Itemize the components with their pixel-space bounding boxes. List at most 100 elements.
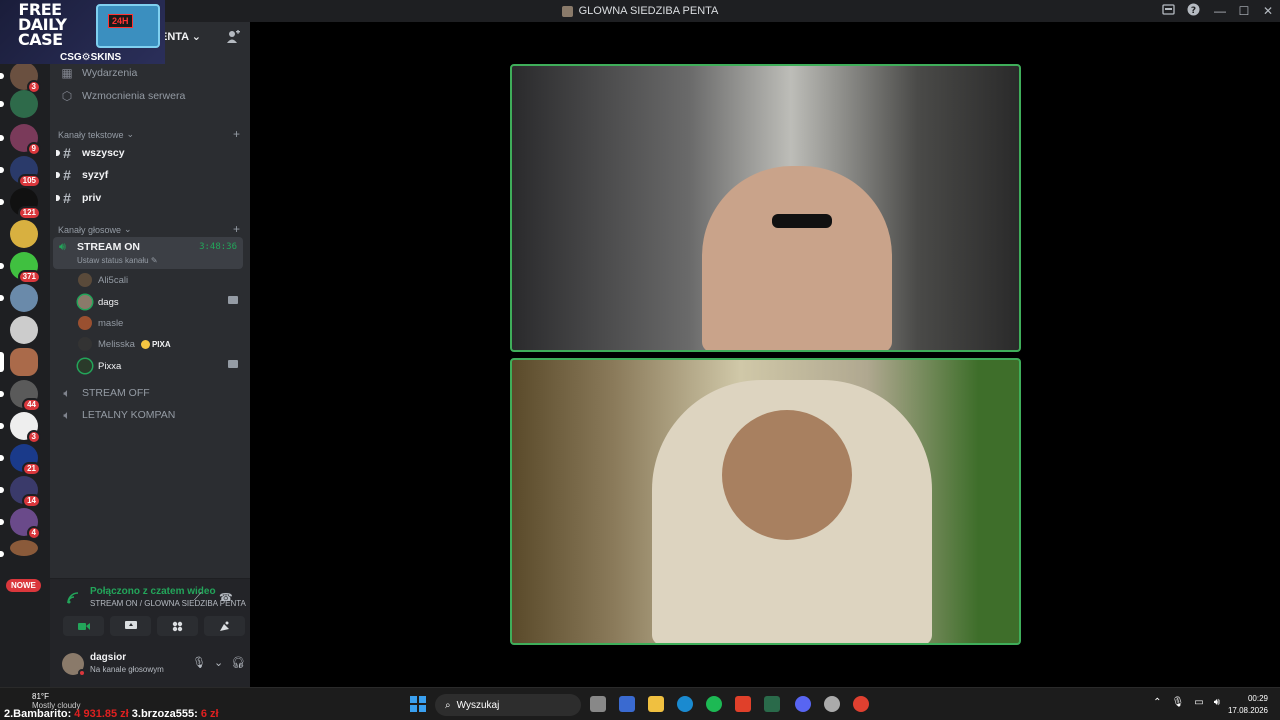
- discord-icon[interactable]: [795, 696, 811, 712]
- voice-user[interactable]: Ali5cali: [78, 271, 242, 289]
- sidebar-item-boosts[interactable]: ⬡ Wzmocnienia serwera: [58, 86, 244, 106]
- add-text-channel-button[interactable]: +: [233, 127, 240, 141]
- server-item[interactable]: 14: [0, 476, 41, 508]
- voice-user-name: Ali5cali: [98, 274, 129, 286]
- voice-channel-stream-off[interactable]: 🔈︎ STREAM OFF: [58, 383, 244, 403]
- avatar[interactable]: [62, 653, 86, 677]
- unread-badge: 371: [17, 270, 41, 284]
- voice-channel-stream-on[interactable]: 🔊︎ STREAM ON 3:48:36 Ustaw status kanału…: [53, 237, 243, 269]
- headphones-icon[interactable]: 🎧︎: [231, 656, 245, 669]
- minimize-button[interactable]: —: [1208, 4, 1232, 18]
- clock[interactable]: 00:29 17.08.2026: [1228, 693, 1268, 717]
- new-servers-pill[interactable]: NOWE: [6, 579, 41, 592]
- noise-suppression-icon[interactable]: ⟋: [194, 591, 202, 604]
- server-item[interactable]: 105: [0, 156, 41, 188]
- ad-banner[interactable]: FREE DAILY CASE 24H CSG⚙SKINS: [0, 0, 165, 64]
- microphone-icon[interactable]: 🎙︎: [1172, 697, 1185, 708]
- voice-user-name: Pixxa: [98, 360, 122, 372]
- voice-user[interactable]: Melisska PIXA: [78, 335, 242, 353]
- help-icon[interactable]: ?: [1187, 3, 1200, 16]
- server-item[interactable]: [10, 220, 38, 248]
- server-icon: [561, 5, 573, 17]
- inbox-icon[interactable]: [1162, 3, 1175, 16]
- task-view-icon[interactable]: [590, 696, 606, 712]
- status-indicator: [78, 669, 86, 677]
- server-item[interactable]: 9: [0, 124, 41, 156]
- text-category[interactable]: Kanały tekstowe ⌄: [58, 129, 134, 140]
- chevron-down-icon[interactable]: ⌄: [214, 656, 223, 669]
- channel-label: LETALNY KOMPAN: [82, 409, 176, 421]
- crate-tag: 24H: [108, 14, 133, 28]
- unread-badge: 105: [17, 174, 41, 188]
- video-tile[interactable]: [510, 64, 1021, 352]
- activities-button[interactable]: [157, 616, 198, 636]
- taskbar-search[interactable]: ⌕ Wyszukaj: [435, 694, 581, 716]
- close-button[interactable]: ✕: [1256, 4, 1280, 18]
- channel-wszyscy[interactable]: # wszyscy: [56, 143, 244, 163]
- channel-priv[interactable]: # priv: [56, 188, 244, 208]
- hash-icon: #: [63, 145, 71, 161]
- channel-syzyf[interactable]: # syzyf: [56, 165, 244, 185]
- voice-user[interactable]: Pixxa: [78, 357, 242, 375]
- server-item[interactable]: [0, 284, 38, 312]
- microphone-icon[interactable]: 🎙︎: [192, 656, 206, 669]
- video-tile[interactable]: [510, 358, 1021, 645]
- hash-icon: #: [63, 167, 71, 183]
- volume-icon[interactable]: 🔊︎: [1214, 697, 1220, 708]
- server-item[interactable]: 21: [0, 444, 41, 476]
- server-rail: 3 9 105 121 371 44 3 21 14 4 NOWE: [0, 22, 50, 687]
- channel-label: syzyf: [82, 169, 109, 181]
- invite-icon[interactable]: [226, 29, 240, 44]
- set-channel-status[interactable]: Ustaw status kanału ✎: [77, 256, 158, 265]
- soundboard-button[interactable]: [204, 616, 245, 636]
- server-item[interactable]: 121: [0, 188, 41, 220]
- server-item[interactable]: 371: [0, 252, 41, 284]
- sidebar-item-events[interactable]: ▦ Wydarzenia: [58, 63, 244, 83]
- start-icon[interactable]: [410, 696, 426, 712]
- server-item[interactable]: 44: [0, 380, 41, 412]
- chrome-icon[interactable]: [853, 696, 869, 712]
- server-item[interactable]: [10, 316, 38, 344]
- crate-image: 24H: [96, 4, 160, 48]
- unread-badge: 21: [22, 462, 41, 476]
- voice-user[interactable]: masle: [78, 314, 242, 332]
- server-item-selected[interactable]: [0, 348, 38, 376]
- server-item[interactable]: [0, 540, 38, 557]
- ad-brand: CSG⚙SKINS: [60, 52, 122, 63]
- disconnect-icon[interactable]: ☎: [219, 591, 233, 604]
- clock-date: 17.08.2026: [1227, 706, 1268, 715]
- server-item[interactable]: 3: [0, 412, 41, 444]
- voice-channel-letalny-kompan[interactable]: 🔈︎ LETALNY KOMPAN: [58, 405, 244, 425]
- xbox-icon[interactable]: [764, 696, 780, 712]
- avatar: [78, 316, 92, 330]
- network-icon[interactable]: ▭: [1194, 697, 1203, 708]
- screen-share-button[interactable]: [110, 616, 151, 636]
- participant-video: [702, 166, 892, 350]
- video-stage: [250, 22, 1280, 687]
- voice-user-name: masle: [98, 317, 124, 329]
- hash-icon: #: [63, 190, 71, 206]
- obs-icon[interactable]: [824, 696, 840, 712]
- server-item[interactable]: [0, 90, 38, 118]
- voice-user[interactable]: dags: [78, 293, 242, 311]
- store-icon[interactable]: [619, 696, 635, 712]
- spotify-icon[interactable]: [706, 696, 722, 712]
- user-panel: dagsior Na kanale głosowym 🎙︎ ⌄ 🎧︎ ⌄ ⚙: [50, 643, 280, 687]
- file-explorer-icon[interactable]: [648, 696, 664, 712]
- server-item[interactable]: 4: [0, 508, 41, 540]
- add-voice-channel-button[interactable]: +: [233, 222, 240, 236]
- edge-icon[interactable]: [677, 696, 693, 712]
- server-item[interactable]: 3: [0, 62, 41, 94]
- signal-icon[interactable]: [66, 591, 80, 608]
- username[interactable]: dagsior: [90, 652, 126, 663]
- maximize-button[interactable]: ☐: [1232, 4, 1256, 18]
- system-tray: ⌃ 🎙︎ ▭ 🔊︎: [1153, 697, 1220, 708]
- voice-category[interactable]: Kanały głosowe ⌄: [58, 224, 132, 235]
- donation-ticker: 2.Bambarito: 4 931.85 zł 3.brzoza555: 6 …: [4, 708, 219, 720]
- server-name[interactable]: ENTA ⌄: [160, 30, 201, 43]
- brave-icon[interactable]: [735, 696, 751, 712]
- unread-badge: 14: [22, 494, 41, 508]
- camera-button[interactable]: [63, 616, 104, 636]
- chevron-up-icon[interactable]: ⌃: [1153, 697, 1161, 708]
- unread-badge: 3: [26, 430, 41, 444]
